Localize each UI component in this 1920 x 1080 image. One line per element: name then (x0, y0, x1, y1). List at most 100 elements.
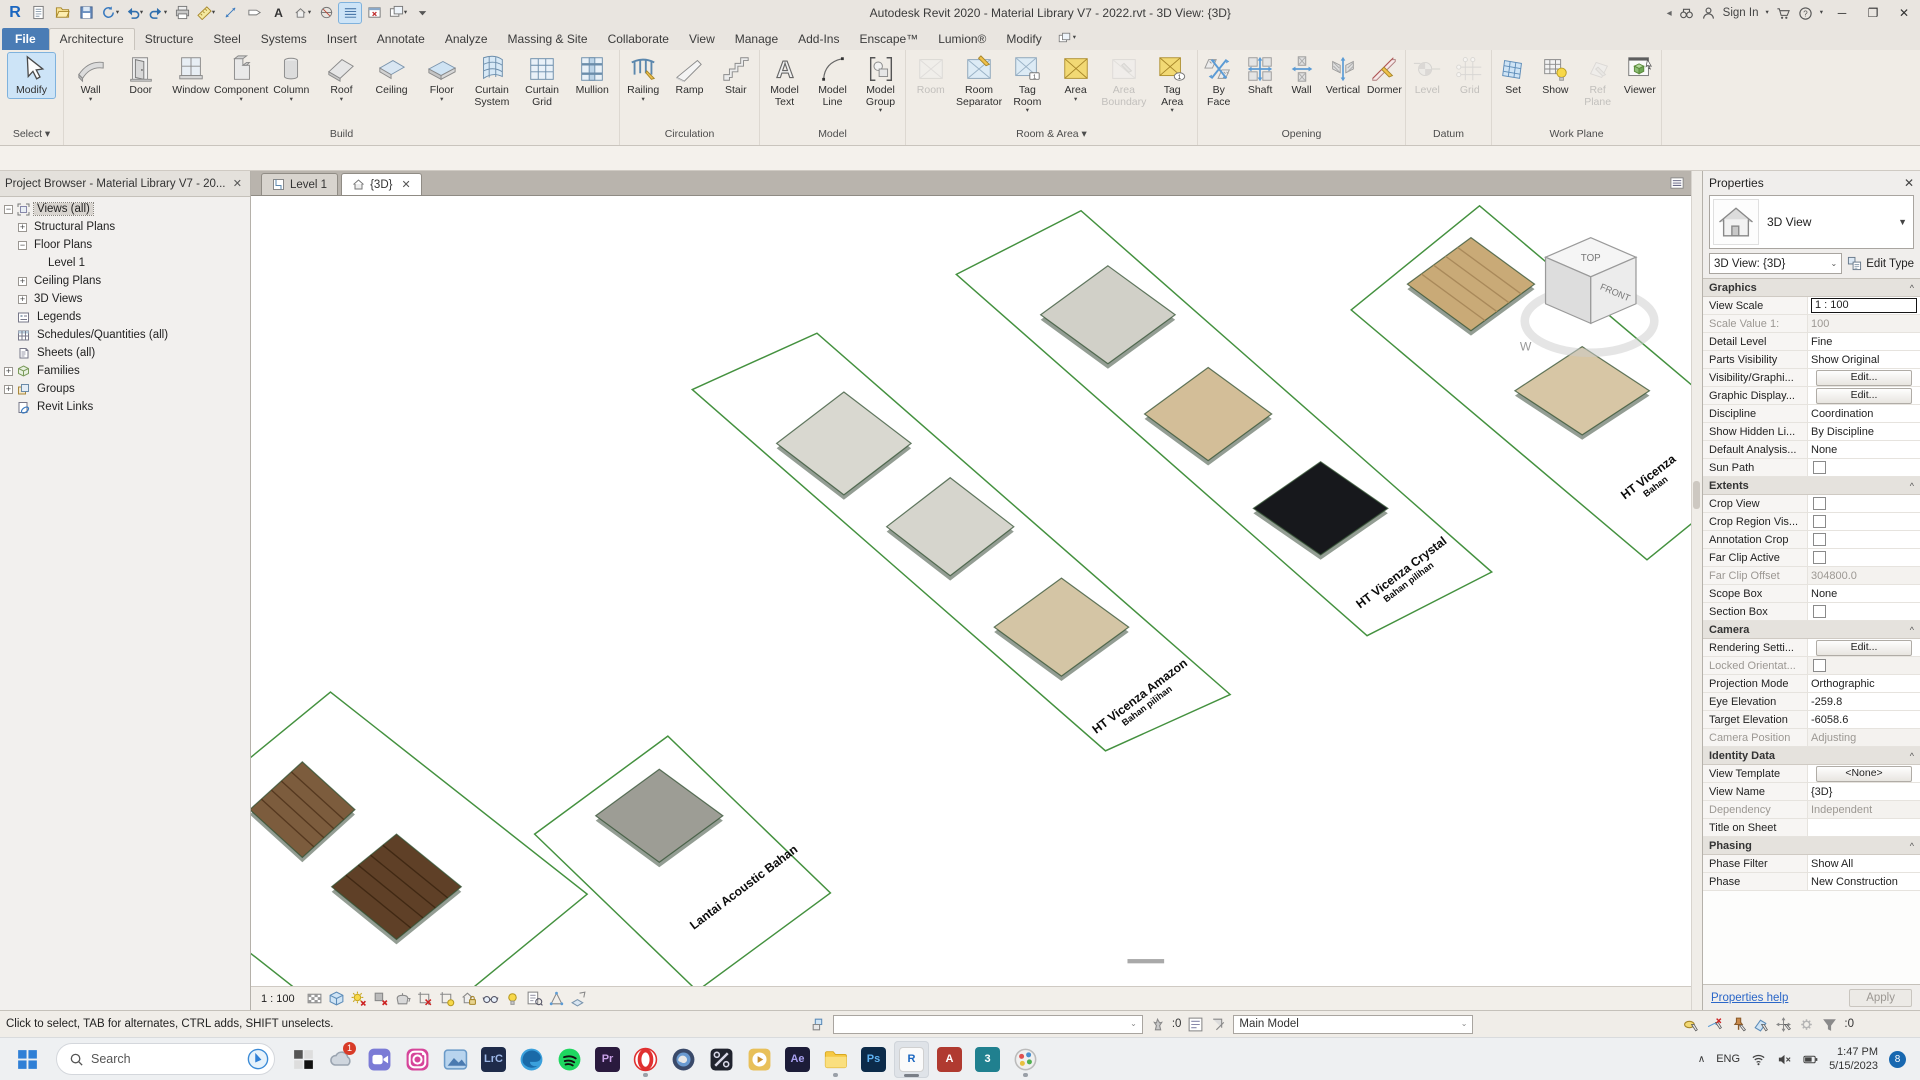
3d-view[interactable]: Lantai Acoustic Bahan HT Vicenza AmazonBa… (251, 196, 1691, 986)
crop-view-icon[interactable] (416, 990, 433, 1007)
wall-button[interactable]: Wall ▾ (67, 53, 114, 104)
ribbon-tab-collaborate[interactable]: Collaborate (598, 28, 679, 50)
tree-item-structural-plans[interactable]: + Structural Plans (0, 218, 250, 236)
texta-button[interactable]: A (267, 3, 289, 23)
collapse-chevron-icon[interactable]: ^ (1910, 841, 1914, 851)
tree-item-3d-views[interactable]: +3D Views (0, 290, 250, 308)
tree-item-families[interactable]: + Families (0, 362, 250, 380)
section-header-identity-data[interactable]: Identity Data ^ (1703, 747, 1920, 765)
expand-icon[interactable]: + (18, 294, 27, 304)
wall-button[interactable]: Wall (1281, 53, 1322, 98)
default-analysis-value[interactable]: None (1811, 444, 1837, 456)
help-icon[interactable]: ? (1798, 6, 1813, 21)
expand-icon[interactable]: + (18, 222, 27, 232)
clock[interactable]: 1:47 PM 5/15/2023 (1829, 1045, 1878, 1074)
eye-elevation-value[interactable]: -259.8 (1811, 696, 1842, 708)
project-browser-close-icon[interactable]: ✕ (230, 177, 245, 190)
tree-item-sheets-all[interactable]: Sheets (all) (0, 344, 250, 362)
panel-label[interactable]: Model (760, 128, 905, 145)
redo-button[interactable]: ▾ (147, 3, 169, 23)
taskbar-app-pinned-app[interactable] (286, 1041, 321, 1078)
close-view-icon[interactable]: ✕ (401, 178, 410, 191)
ribbon-tab-annotate[interactable]: Annotate (367, 28, 435, 50)
worksets-icon[interactable] (810, 1016, 827, 1033)
model-text-button[interactable]: A Model Text (761, 53, 808, 109)
taskbar-app-instagram[interactable] (400, 1041, 435, 1078)
taskbar-search[interactable]: Search (56, 1043, 275, 1075)
open-button[interactable] (51, 3, 73, 23)
volume-muted-icon[interactable] (1777, 1052, 1792, 1067)
view-tab-list-icon[interactable] (1670, 176, 1685, 191)
crop-view-checkbox[interactable] (1813, 497, 1826, 510)
aligndim-button[interactable] (219, 3, 241, 23)
taskbar-app-photoshop[interactable]: Ps (856, 1041, 891, 1078)
filter-icon[interactable] (1821, 1016, 1838, 1033)
ribbon-tab-modify[interactable]: Modify (996, 28, 1051, 50)
show-button[interactable]: Show (1534, 53, 1576, 98)
taskbar-app-premiere-rush[interactable] (704, 1041, 739, 1078)
collapse-chevron-icon[interactable]: ^ (1910, 751, 1914, 761)
show-hidden-li-value[interactable]: By Discipline (1811, 426, 1874, 438)
target-elevation-value[interactable]: -6058.6 (1811, 714, 1848, 726)
undo-button[interactable]: ▾ (123, 3, 145, 23)
sign-in-link[interactable]: Sign In (1723, 7, 1759, 19)
tag-room-button[interactable]: 1 Tag Room ▾ (1004, 53, 1051, 116)
ribbon-tab-structure[interactable]: Structure (135, 28, 204, 50)
taskbar-app-paint[interactable] (1008, 1041, 1043, 1078)
view-selector-combo[interactable]: 3D View: {3D} ⌄ (1709, 253, 1843, 274)
column-button[interactable]: Column ▾ (268, 53, 315, 104)
window-button[interactable]: Window (167, 53, 214, 98)
by-face-button[interactable]: By Face (1198, 53, 1239, 109)
panel-label[interactable]: Room & Area ▾ (906, 128, 1197, 145)
cube3d-button[interactable]: ▾ (291, 3, 313, 23)
language-indicator[interactable]: ENG (1716, 1053, 1740, 1065)
battery-icon[interactable] (1803, 1052, 1818, 1067)
material-swatch[interactable] (1039, 265, 1177, 365)
show-rendering-dialog-icon[interactable] (394, 990, 411, 1007)
tagq-button[interactable] (243, 3, 265, 23)
panel-label[interactable]: Circulation (620, 128, 759, 145)
start-button[interactable] (10, 1041, 45, 1078)
sign-in-dropdown-icon[interactable]: ▾ (1765, 9, 1768, 17)
taskbar-app-after-effects[interactable]: Ae (780, 1041, 815, 1078)
collapse-icon[interactable]: − (18, 240, 27, 250)
scrollbar-handle[interactable] (1693, 481, 1700, 510)
restore-button[interactable]: ❐ (1861, 6, 1885, 20)
design-options-combo[interactable]: Main Model ⌄ (1233, 1014, 1474, 1034)
taskbar-app-spotify[interactable] (552, 1041, 587, 1078)
section-box-checkbox[interactable] (1813, 605, 1826, 618)
door-button[interactable]: Door (117, 53, 164, 98)
annotation-crop-checkbox[interactable] (1813, 533, 1826, 546)
roof-button[interactable]: Roof ▾ (318, 53, 365, 104)
material-swatch[interactable] (1513, 345, 1651, 436)
help-dropdown-icon[interactable]: ▾ (1820, 9, 1823, 17)
sun-path-icon[interactable] (350, 990, 367, 1007)
taskbar-app-media-player[interactable] (742, 1041, 777, 1078)
hidden-icons-chevron[interactable]: ∧ (1698, 1054, 1705, 1065)
stair-button[interactable]: Stair (713, 53, 759, 98)
taskbar-app-autocad[interactable]: A (932, 1041, 967, 1078)
room-separator-button[interactable]: Room Separator (956, 53, 1003, 109)
tree-item-views-all[interactable]: − Views (all) (0, 200, 250, 218)
section-header-phasing[interactable]: Phasing ^ (1703, 837, 1920, 855)
taskbar-app-edge[interactable] (514, 1041, 549, 1078)
ribbon-tab-systems[interactable]: Systems (251, 28, 317, 50)
taskbar-app-file-explorer[interactable] (818, 1041, 853, 1078)
mullion-button[interactable]: Mullion (569, 53, 616, 98)
worksets-combo[interactable]: ⌄ (832, 1014, 1143, 1034)
material-swatch[interactable] (251, 761, 356, 859)
shadows-icon[interactable] (372, 990, 389, 1007)
curtain-grid-button[interactable]: Curtain Grid (519, 53, 566, 109)
close-button[interactable]: ✕ (1892, 6, 1916, 20)
scale-value-1-value[interactable]: 100 (1811, 318, 1829, 330)
dormer-button[interactable]: Dormer (1364, 53, 1405, 98)
ceiling-button[interactable]: Ceiling (368, 53, 415, 98)
type-selector[interactable]: 3D View ▼ (1709, 195, 1914, 249)
dependency-value[interactable]: Independent (1811, 804, 1872, 816)
collapse-infocenter-icon[interactable]: ◂ (1667, 8, 1672, 19)
modify-button[interactable]: Modify (7, 52, 56, 99)
print-button[interactable] (171, 3, 193, 23)
detail-level-value[interactable]: Fine (1811, 336, 1832, 348)
thinlines-button[interactable] (338, 1, 362, 24)
taskbar-app-3ds-max[interactable]: 3 (970, 1041, 1005, 1078)
